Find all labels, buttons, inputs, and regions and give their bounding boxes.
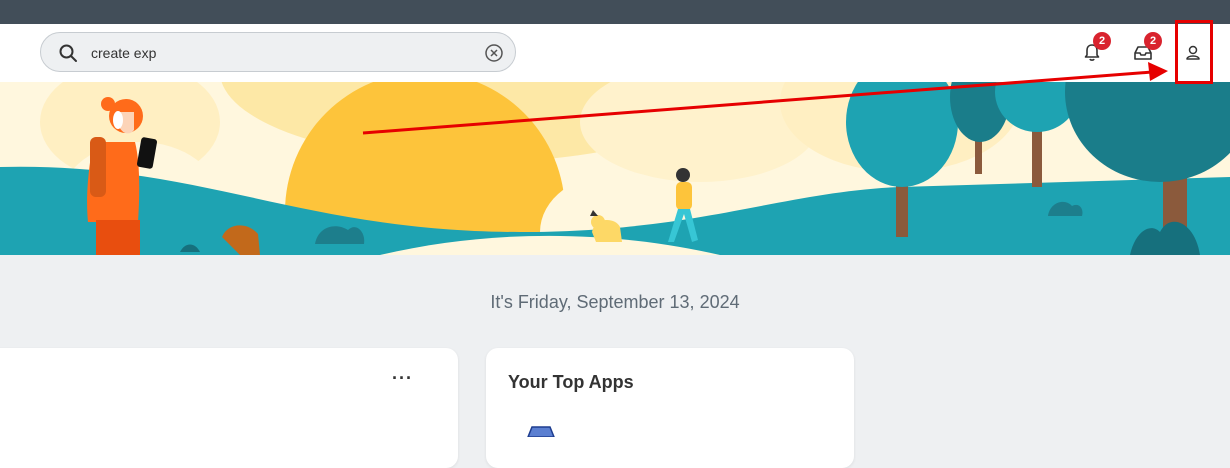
top-apps-card: Your Top Apps (486, 348, 854, 468)
top-apps-title: Your Top Apps (508, 372, 634, 392)
more-options-button[interactable]: ··· (392, 368, 413, 389)
annotation-highlight-box (1175, 20, 1213, 84)
app-icon[interactable] (526, 424, 556, 442)
left-card: ··· (0, 348, 458, 468)
date-greeting: It's Friday, September 13, 2024 (490, 292, 740, 312)
